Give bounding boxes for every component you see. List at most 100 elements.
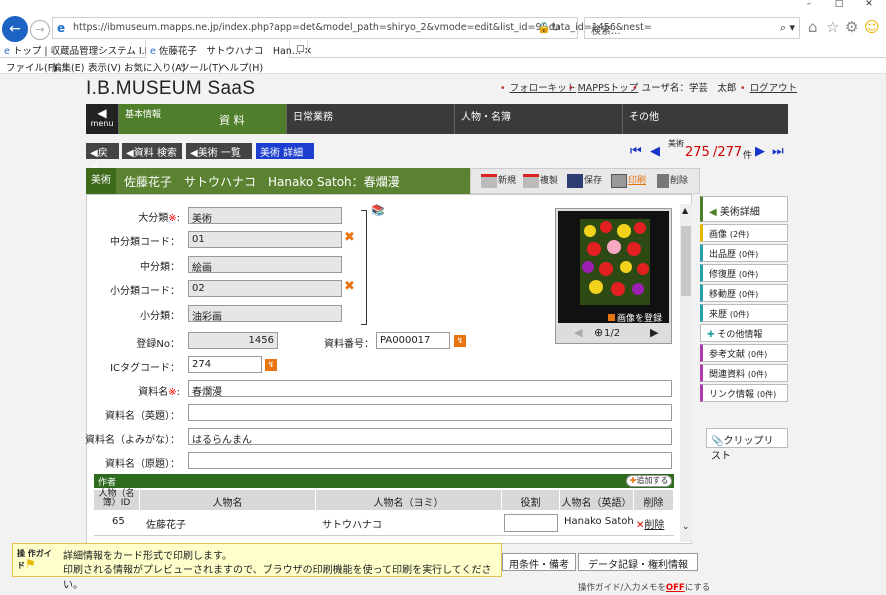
image-page: 1/2	[604, 328, 621, 339]
delete-button[interactable]: 削除	[657, 173, 688, 188]
side-item-provenance[interactable]: 来歴 (0件)	[700, 304, 788, 322]
row-name: 佐藤花子	[146, 520, 186, 531]
breadcrumb-list[interactable]: ◀美術 一覧	[186, 143, 252, 159]
next-record-icon[interactable]: ▶	[755, 144, 765, 159]
dai-field[interactable]: 美術	[188, 207, 342, 225]
side-item-related[interactable]: 関連資料 (0件)	[700, 364, 788, 382]
menu-help[interactable]: ヘルプ(H)	[220, 60, 263, 74]
name-orig-field[interactable]	[188, 452, 672, 469]
last-record-icon[interactable]: ⏭	[772, 144, 784, 159]
first-record-icon[interactable]: ⏮	[630, 144, 642, 159]
side-item-exhibition[interactable]: 出品歴 (0件)	[700, 244, 788, 262]
chu-code-field[interactable]: 01	[188, 231, 342, 248]
print-button[interactable]: 印刷	[611, 173, 646, 188]
duplicate-button[interactable]: 複製	[523, 173, 558, 188]
image-viewer: 画像を登録 ◀ ⊕ 1/2 ▶	[555, 208, 672, 344]
tab-record[interactable]: e 佐藤花子 サトウハナコ Han... ✕	[146, 40, 312, 58]
forward-arrow-icon[interactable]: →	[30, 20, 50, 40]
follow-kit-link[interactable]: • フォローキット	[500, 80, 576, 94]
back-arrow-icon[interactable]: ←	[2, 16, 28, 42]
tab-data-rights[interactable]: データ記録・権利情報	[578, 553, 698, 571]
guide-toggle[interactable]: 操作ガイド/入力メモをOFFにする	[578, 581, 710, 593]
clip-icon: 📎	[711, 436, 724, 447]
row-yomi: サトウハナコ	[322, 520, 382, 531]
side-item-links[interactable]: リンク情報 (0件)	[700, 384, 788, 402]
name-kana-field[interactable]: はるらんまん	[188, 428, 672, 446]
col-en: 人物名（英語）	[560, 490, 634, 510]
duplicate-icon	[523, 173, 539, 188]
home-icon[interactable]: ⌂	[808, 18, 818, 36]
menu-favorites[interactable]: お気に入り(A)	[124, 60, 185, 74]
nav-people[interactable]: 人物・名簿	[454, 104, 622, 134]
search-box[interactable]: 検索... ⌕ ▾	[584, 17, 800, 39]
search-icon[interactable]: ⌕ ▾	[780, 21, 795, 35]
clear-x-icon[interactable]: ✖	[344, 279, 355, 294]
register-image-link[interactable]: 画像を登録	[608, 311, 662, 324]
menu-button[interactable]: ◀ menu	[86, 104, 118, 134]
address-bar[interactable]: e https://ibmuseum.mapps.ne.jp/index.php…	[52, 17, 652, 39]
menu-edit[interactable]: 編集(E)	[52, 60, 84, 74]
smiley-feedback-icon[interactable]: ☺	[864, 18, 880, 36]
tab-usage-notes[interactable]: 用条件・備考	[502, 553, 576, 571]
image-next-icon[interactable]: ▶	[650, 326, 658, 339]
menu-tools[interactable]: ツール(T)	[180, 60, 222, 74]
scroll-up-icon[interactable]: ▲	[682, 206, 688, 215]
row-delete[interactable]: ✕削除	[636, 516, 664, 531]
tab-strip: e トップ | 収蔵品管理システム I.B.M... e 佐藤花子 サトウハナコ H…	[0, 40, 886, 58]
clip-list-button[interactable]: 📎クリップリスト	[706, 428, 788, 462]
new-button[interactable]: 新規	[481, 173, 516, 188]
book-stack-icon[interactable]: 📚	[371, 204, 385, 217]
ic-tag-label: ICタグコード：	[110, 363, 180, 374]
side-item-restoration[interactable]: 修復歴 (0件)	[700, 264, 788, 282]
prev-record-icon[interactable]: ◀	[650, 144, 660, 159]
maximize-icon[interactable]: □	[824, 0, 854, 9]
breadcrumb-back[interactable]: ◀戻る	[86, 143, 119, 174]
role-input[interactable]	[504, 514, 558, 532]
ic-tag-field[interactable]: 274	[188, 356, 262, 373]
scroll-down-icon[interactable]: ⌄	[682, 522, 690, 532]
sho-code-field[interactable]: 02	[188, 280, 342, 297]
favorites-star-icon[interactable]: ☆	[826, 18, 839, 36]
side-item-detail[interactable]: ◀ 美術詳細	[700, 196, 788, 222]
settings-gear-icon[interactable]: ⚙	[845, 18, 858, 36]
logout-link[interactable]: • ログアウト	[740, 80, 797, 94]
nav-daily[interactable]: 日常業務	[286, 104, 454, 134]
mapps-top-link[interactable]: • MAPPSトップ	[568, 80, 638, 94]
name-field[interactable]: 春爛漫	[188, 380, 672, 398]
ie-tab-icon: e	[4, 46, 10, 57]
name-en-field[interactable]	[188, 404, 672, 421]
menu-file[interactable]: ファイル(F)	[6, 60, 57, 74]
new-tab-button[interactable]: ▢	[292, 40, 308, 58]
tulip-photo[interactable]	[580, 219, 650, 305]
record-category: 美術	[86, 168, 116, 194]
nav-kihon-sub: 基本情報	[125, 110, 162, 120]
ic-generate-icon[interactable]: ↯	[265, 359, 277, 371]
col-yomi: 人物名（ヨミ）	[316, 490, 502, 510]
sho-code-label: 小分類コード：	[110, 286, 180, 297]
nav-kihon-main: 資 料	[219, 114, 245, 127]
tab-top[interactable]: e トップ | 収蔵品管理システム I.B.M...	[0, 40, 171, 58]
row-en: Hanako Satoh	[564, 516, 634, 527]
side-item-movement[interactable]: 移動歴 (0件)	[700, 284, 788, 302]
close-window-icon[interactable]: ✕	[854, 0, 884, 9]
new-icon	[481, 173, 497, 188]
nav-other[interactable]: その他	[622, 104, 788, 134]
refresh-icon[interactable]: ↻	[551, 21, 560, 34]
add-author-button[interactable]: ✚追加する	[626, 475, 672, 487]
side-item-references[interactable]: 参考文献 (0件)	[700, 344, 788, 362]
clear-x-icon[interactable]: ✖	[344, 230, 355, 245]
zoom-icon[interactable]: ⊕	[594, 326, 603, 339]
side-item-image[interactable]: 画像 (2件)	[700, 224, 788, 242]
breadcrumb-search[interactable]: ◀資料 検索	[122, 143, 182, 159]
image-prev-icon[interactable]: ◀	[574, 326, 582, 339]
left-triangle-icon: ◀	[709, 207, 717, 218]
number-generate-icon[interactable]: ↯	[454, 335, 466, 347]
shiryo-no-field[interactable]: PA000017	[376, 332, 450, 349]
breadcrumb-detail: 美術 詳細	[256, 143, 314, 159]
side-item-other[interactable]: ✚ その他情報	[700, 324, 788, 342]
scrollbar-thumb[interactable]	[681, 226, 691, 296]
minimize-icon[interactable]: –	[794, 0, 824, 9]
menu-view[interactable]: 表示(V)	[88, 60, 121, 74]
nav-kihon[interactable]: 基本情報 資 料	[118, 104, 286, 134]
save-button[interactable]: 保存	[567, 173, 602, 188]
